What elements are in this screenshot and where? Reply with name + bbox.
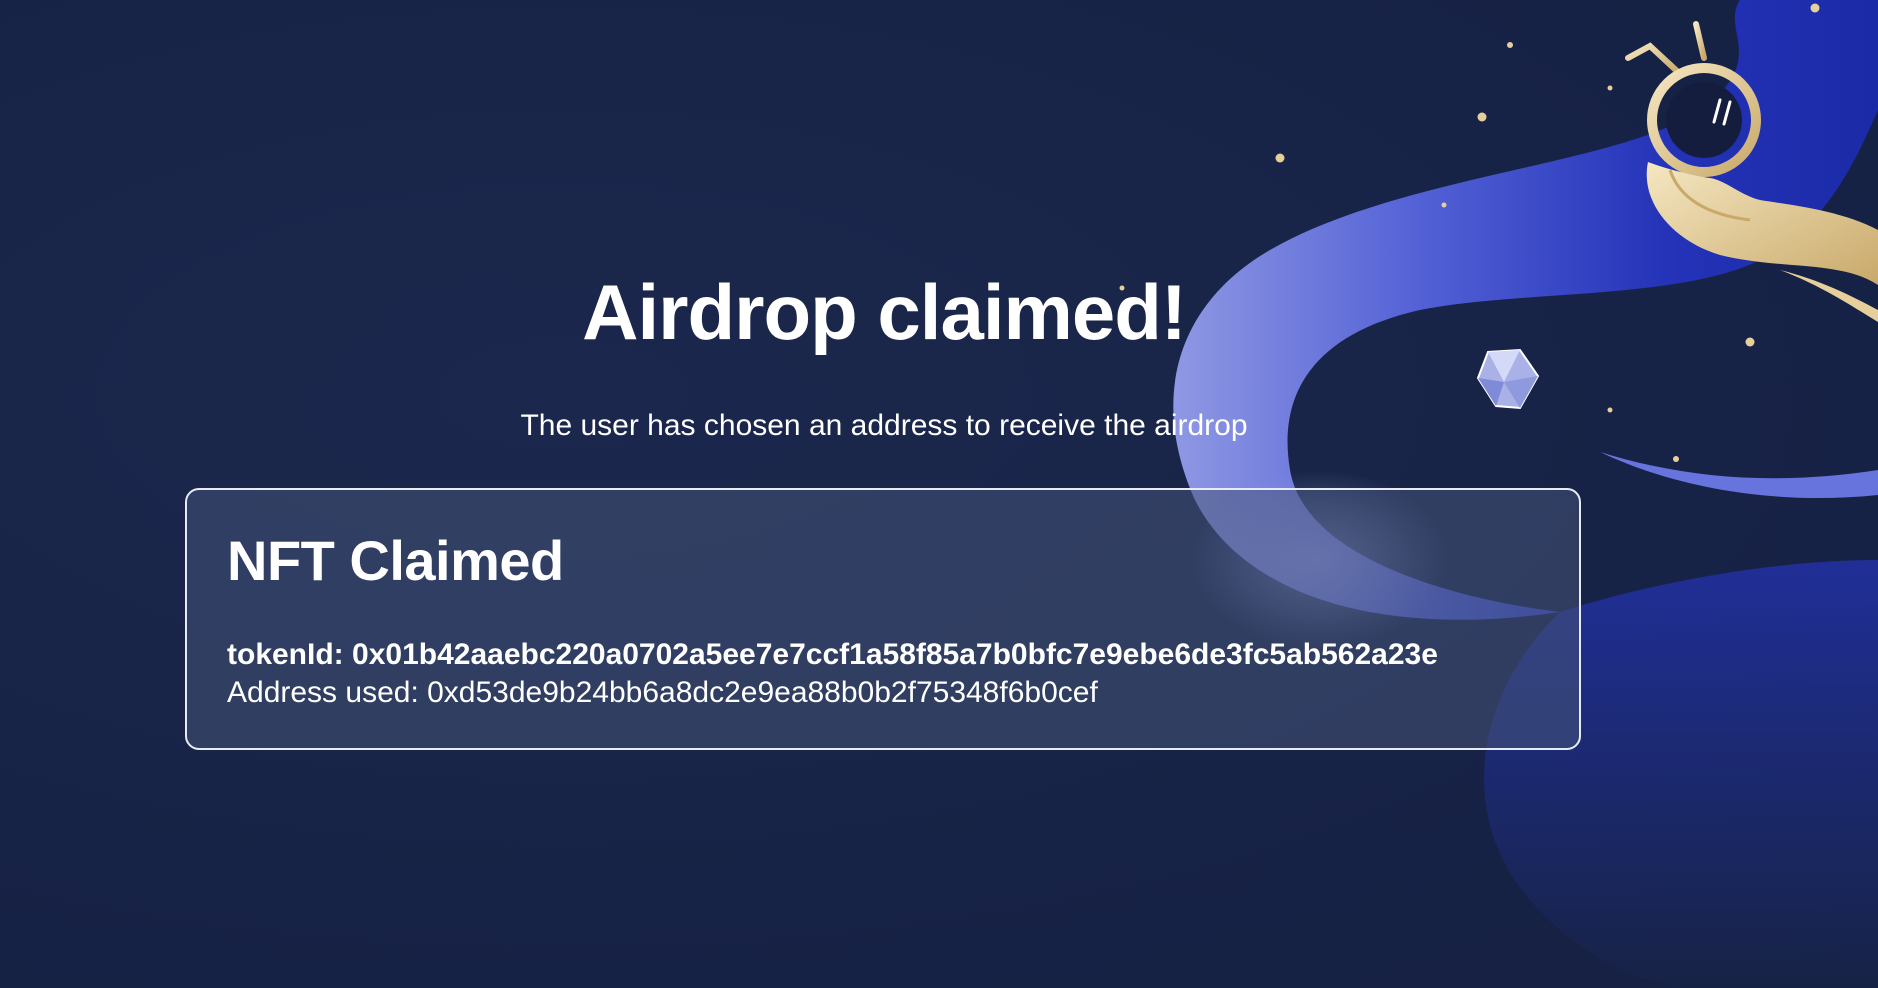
ribbon-tail: [1600, 452, 1878, 499]
nft-claimed-card: NFT Claimed tokenId: 0x01b42aaebc220a070…: [185, 488, 1581, 750]
page-background: Airdrop claimed! The user has chosen an …: [0, 0, 1878, 988]
address-line: Address used: 0xd53de9b24bb6a8dc2e9ea88b…: [227, 674, 1539, 712]
page-title: Airdrop claimed!: [582, 268, 1187, 356]
address-label: Address used:: [227, 675, 419, 709]
card-title: NFT Claimed: [227, 529, 564, 592]
token-id-line: tokenId: 0x01b42aaebc220a0702a5ee7e7ccf1…: [227, 636, 1539, 674]
page-subtitle: The user has chosen an address to receiv…: [520, 409, 1248, 442]
address-value: 0xd53de9b24bb6a8dc2e9ea88b0b2f75348f6b0c…: [427, 675, 1098, 709]
crystal-gem-icon: [1476, 348, 1540, 410]
token-id-label: tokenId:: [227, 637, 344, 671]
token-id-value: 0x01b42aaebc220a0702a5ee7e7ccf1a58f85a7b…: [352, 637, 1438, 671]
